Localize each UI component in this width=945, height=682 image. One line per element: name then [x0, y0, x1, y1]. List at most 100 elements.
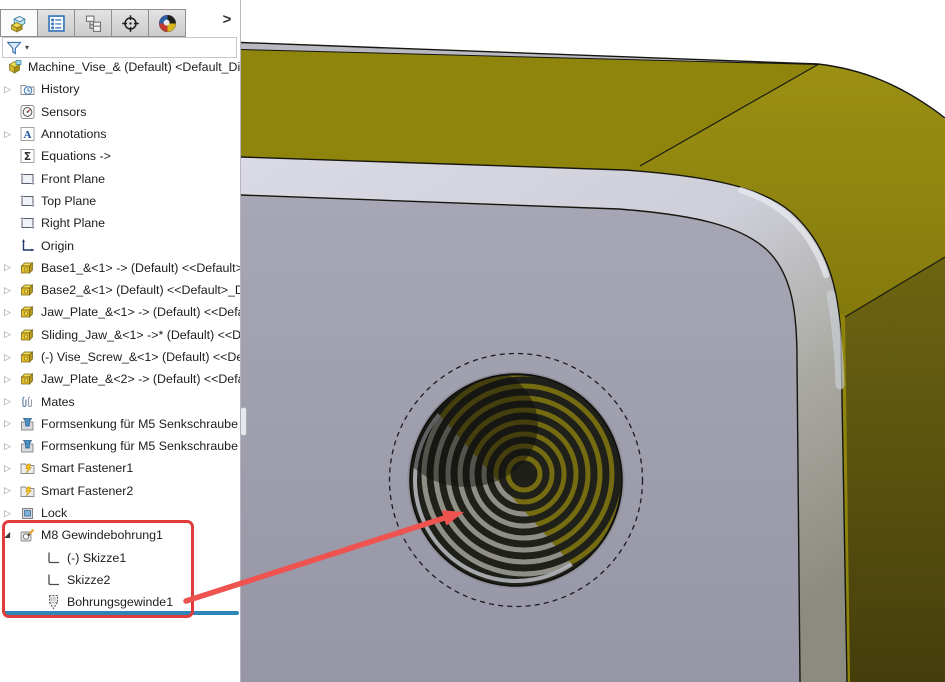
expander-icon[interactable]: ▷: [4, 130, 19, 139]
tree-item[interactable]: ▷ Sliding_Jaw_&<1> ->* (Default) <<D: [0, 324, 240, 346]
expander-icon[interactable]: ▷: [4, 397, 19, 406]
tree-item-label: (-) Skizze1: [67, 551, 126, 565]
tree-item[interactable]: Machine_Vise_& (Default) <Default_Displ: [0, 56, 240, 78]
tree-item[interactable]: Equations ->: [0, 145, 240, 167]
plane-icon: [19, 193, 36, 209]
rollback-bar[interactable]: [3, 611, 239, 615]
tree-item-label: Smart Fastener2: [41, 484, 133, 498]
tree-item[interactable]: ▷ Formsenkung für M5 Senkschraube m: [0, 413, 240, 435]
expander-icon[interactable]: ▷: [4, 286, 19, 295]
expander-icon[interactable]: ▷: [4, 464, 19, 473]
sketch-icon: [45, 550, 62, 566]
tree-item[interactable]: ▷ History: [0, 78, 240, 100]
part-side-face: [845, 257, 945, 682]
expander-icon[interactable]: ▷: [4, 509, 19, 518]
history-icon: [19, 81, 36, 97]
tree-item-label: Annotations: [41, 127, 106, 141]
expander-icon[interactable]: ▷: [4, 442, 19, 451]
expander-icon[interactable]: ▷: [4, 308, 19, 317]
tree-item[interactable]: ▷ Smart Fastener1: [0, 457, 240, 479]
expander-icon[interactable]: ▷: [4, 486, 19, 495]
sensors-icon: [19, 104, 36, 120]
tree-item-label: Jaw_Plate_&<2> -> (Default) <<Defa: [41, 372, 240, 386]
expander-icon[interactable]: ▷: [4, 419, 19, 428]
tree-item-label: Formsenkung für M5 Senkschraube m: [41, 417, 240, 431]
tree-item[interactable]: Front Plane: [0, 167, 240, 189]
tab-configuration-manager[interactable]: [74, 9, 112, 37]
tree-item[interactable]: Right Plane: [0, 212, 240, 234]
tree-scrollbar-thumb[interactable]: [240, 407, 247, 436]
tree-item-label: Sensors: [41, 105, 86, 119]
tree-item-label: M8 Gewindebohrung1: [41, 528, 163, 542]
tree-item-label: Top Plane: [41, 194, 96, 208]
tab-display-manager[interactable]: [148, 9, 186, 37]
tree-filter[interactable]: ▾: [2, 37, 237, 58]
tab-property-manager[interactable]: [37, 9, 75, 37]
sketch-icon: [45, 572, 62, 588]
component-icon: [19, 282, 36, 298]
tree-item[interactable]: ▷ Smart Fastener2: [0, 480, 240, 502]
tree-item-label: Front Plane: [41, 172, 105, 186]
tree-item[interactable]: Origin: [0, 234, 240, 256]
smart-fastener-icon: [19, 460, 36, 476]
expander-icon[interactable]: ▷: [4, 85, 19, 94]
graphics-viewport[interactable]: [241, 0, 945, 682]
tab-dimxpert-manager[interactable]: [111, 9, 149, 37]
plane-icon: [19, 171, 36, 187]
expander-icon[interactable]: ▷: [4, 330, 19, 339]
expander-icon[interactable]: ▷: [4, 353, 19, 362]
component-icon: [19, 349, 36, 365]
plane-icon: [19, 215, 36, 231]
tree-item[interactable]: ▷ Lock: [0, 502, 240, 524]
tree-item[interactable]: ▷ (-) Vise_Screw_&<1> (Default) <<De: [0, 346, 240, 368]
application-window: > ▾ Machine_Vise_& (Default) <Default_Di…: [0, 0, 945, 682]
filter-dropdown-icon[interactable]: ▾: [25, 43, 29, 52]
tree-item[interactable]: ▷ Formsenkung für M5 Senkschraube m: [0, 435, 240, 457]
tree-item-label: Base1_&<1> -> (Default) <<Default>_: [41, 261, 240, 275]
tree-item[interactable]: ▷Base2_&<1> (Default) <<Default>_D: [0, 279, 240, 301]
tree-item-label: Formsenkung für M5 Senkschraube m: [41, 439, 240, 453]
tree-item-label: Machine_Vise_& (Default) <Default_Displ: [28, 60, 240, 74]
tree-item-label: Lock: [41, 506, 67, 520]
tree-item[interactable]: Top Plane: [0, 190, 240, 212]
expander-icon[interactable]: ▷: [4, 375, 19, 384]
thread-icon: [45, 594, 62, 610]
tree-item-label: (-) Vise_Screw_&<1> (Default) <<De: [41, 350, 240, 364]
tree-item[interactable]: Sensors: [0, 101, 240, 123]
tab-feature-manager[interactable]: [0, 9, 38, 37]
panel-tabs: [0, 9, 186, 39]
hole-series-icon: [19, 438, 36, 454]
tree-item-label: Sliding_Jaw_&<1> ->* (Default) <<D: [41, 328, 240, 342]
tree-item-label: Bohrungsgewinde1: [67, 595, 173, 609]
tree-item[interactable]: (-) Skizze1: [0, 547, 240, 569]
hole-series-icon: [19, 416, 36, 432]
expander-icon[interactable]: ▷: [4, 263, 19, 272]
dimxpert-manager-icon: [120, 13, 141, 34]
tree-item[interactable]: ▷ Jaw_Plate_&<1> -> (Default) <<Defa: [0, 301, 240, 323]
tree-item[interactable]: ◢ M8 Gewindebohrung1: [0, 524, 240, 546]
feature-tree: Machine_Vise_& (Default) <Default_Displ ▷…: [0, 56, 240, 613]
tree-item[interactable]: ▷ Annotations: [0, 123, 240, 145]
tree-item-label: Origin: [41, 239, 74, 253]
tree-item[interactable]: Skizze2: [0, 569, 240, 591]
component-icon: [19, 260, 36, 276]
feature-manager-panel: > ▾ Machine_Vise_& (Default) <Default_Di…: [0, 0, 241, 682]
configuration-manager-icon: [83, 13, 104, 34]
component-icon: [19, 371, 36, 387]
tree-item[interactable]: ▷Mates: [0, 390, 240, 412]
component-icon: [19, 327, 36, 343]
tree-item-label: Jaw_Plate_&<1> -> (Default) <<Defa: [41, 305, 240, 319]
filter-funnel-icon: [6, 40, 23, 56]
tree-item-label: History: [41, 82, 80, 96]
expander-icon[interactable]: ◢: [4, 531, 19, 539]
component-icon: [19, 304, 36, 320]
tree-item-label: Right Plane: [41, 216, 105, 230]
tree-item[interactable]: ▷ Base1_&<1> -> (Default) <<Default>_: [0, 257, 240, 279]
tree-item-label: Smart Fastener1: [41, 461, 133, 475]
panel-overflow-button[interactable]: >: [219, 11, 235, 28]
smart-fastener-icon: [19, 483, 36, 499]
property-manager-icon: [46, 13, 67, 34]
tree-item-label: Equations ->: [41, 149, 111, 163]
tree-item[interactable]: ▷ Jaw_Plate_&<2> -> (Default) <<Defa: [0, 368, 240, 390]
hole-wizard-icon: [19, 527, 36, 543]
